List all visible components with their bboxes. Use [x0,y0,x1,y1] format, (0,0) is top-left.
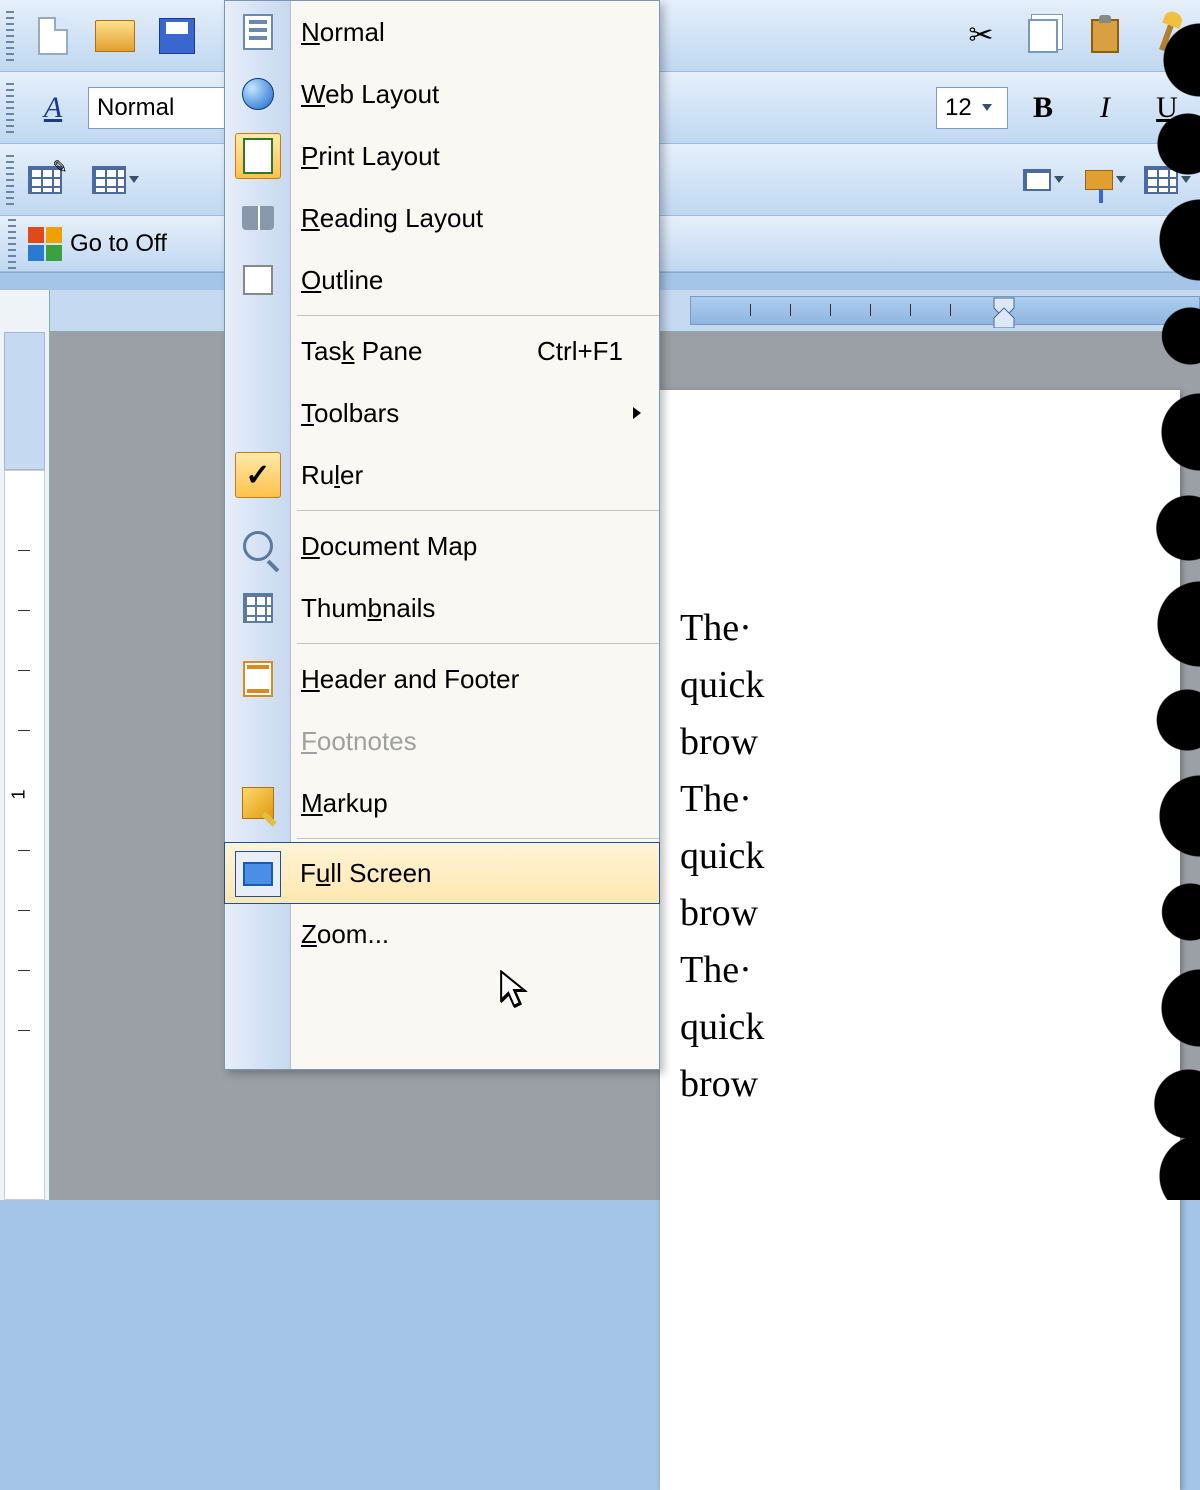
toolbar-grip[interactable] [6,83,14,133]
menu-item-normal[interactable]: Normal [225,1,659,63]
document-map-icon [235,523,281,569]
menu-label: Normal [301,17,385,48]
menu-item-full-screen[interactable]: Full Screen [224,842,660,904]
reading-layout-icon [235,195,281,241]
view-menu: Normal Web Layout Print Layout Reading L… [224,0,660,1070]
cut-button[interactable]: ✂ [954,9,1008,63]
font-size-value: 12 [945,94,972,122]
full-screen-icon [235,851,281,897]
submenu-arrow-icon [633,407,641,419]
menu-label: Zoom... [301,919,389,950]
draw-table-button[interactable]: ✎ [26,153,80,207]
menu-label: Task Pane [301,336,422,367]
vertical-ruler[interactable]: 1 [0,290,50,1200]
font-size-combo[interactable]: 12 [936,87,1008,129]
indent-marker-icon[interactable] [990,294,1018,328]
menu-label: Web Layout [301,79,439,110]
menu-label: Document Map [301,531,477,562]
save-button[interactable] [150,9,204,63]
menu-item-print-layout[interactable]: Print Layout [225,125,659,187]
menu-item-thumbnails[interactable]: Thumbnails [225,577,659,639]
toolbar-grip[interactable] [6,155,14,205]
open-button[interactable] [88,9,142,63]
normal-view-icon [235,9,281,55]
menu-item-footnotes: Footnotes [225,710,659,772]
menu-item-task-pane[interactable]: Task Pane Ctrl+F1 [225,320,659,382]
menu-label: Full Screen [300,858,432,889]
menu-item-web-layout[interactable]: Web Layout [225,63,659,125]
document-page[interactable]: The· quick brow The· quick brow The· qui… [660,390,1180,1490]
menu-item-zoom[interactable]: Zoom... [225,903,659,965]
menu-item-outline[interactable]: Outline [225,249,659,311]
menu-label: Outline [301,265,383,296]
ruler-check-icon: ✓ [235,452,281,498]
print-layout-icon [235,133,281,179]
thumbnails-icon [235,585,281,631]
insert-table-button[interactable] [88,153,142,207]
web-layout-icon [235,71,281,117]
menu-label: Markup [301,788,388,819]
ruler-number: 1 [9,789,30,799]
office-link-label[interactable]: Go to Off [70,230,167,258]
style-combo[interactable]: Normal [88,87,228,129]
styles-button[interactable]: A [26,81,80,135]
new-doc-button[interactable] [26,9,80,63]
outline-icon [235,257,281,303]
menu-separator [297,510,659,511]
menu-item-markup[interactable]: Markup [225,772,659,834]
menu-label: Footnotes [301,726,417,757]
menu-separator [297,643,659,644]
menu-label: Print Layout [301,141,440,172]
menu-label: Reading Layout [301,203,483,234]
mouse-cursor-icon [498,970,530,1010]
menu-separator [297,315,659,316]
office-logo-icon [28,227,62,261]
menu-item-reading-layout[interactable]: Reading Layout [225,187,659,249]
menu-item-header-footer[interactable]: Header and Footer [225,648,659,710]
menu-label: Thumbnails [301,593,435,624]
toolbar-grip[interactable] [6,11,14,61]
copy-button[interactable] [1016,9,1070,63]
menu-item-ruler[interactable]: ✓ Ruler [225,444,659,506]
menu-item-document-map[interactable]: Document Map [225,515,659,577]
menu-separator [297,838,659,839]
menu-label: Header and Footer [301,664,519,695]
torn-edge-decoration [1120,0,1200,1200]
menu-item-toolbars[interactable]: Toolbars [225,382,659,444]
header-footer-icon [235,656,281,702]
bold-button[interactable]: B [1016,81,1070,135]
markup-icon [235,780,281,826]
menu-shortcut: Ctrl+F1 [537,336,623,367]
menu-label: Ruler [301,460,363,491]
toolbar-grip[interactable] [8,219,16,269]
border-button[interactable] [1016,153,1070,207]
menu-label: Toolbars [301,398,399,429]
document-text: The· quick brow The· quick brow The· qui… [680,600,1180,1113]
style-combo-value: Normal [97,94,174,122]
